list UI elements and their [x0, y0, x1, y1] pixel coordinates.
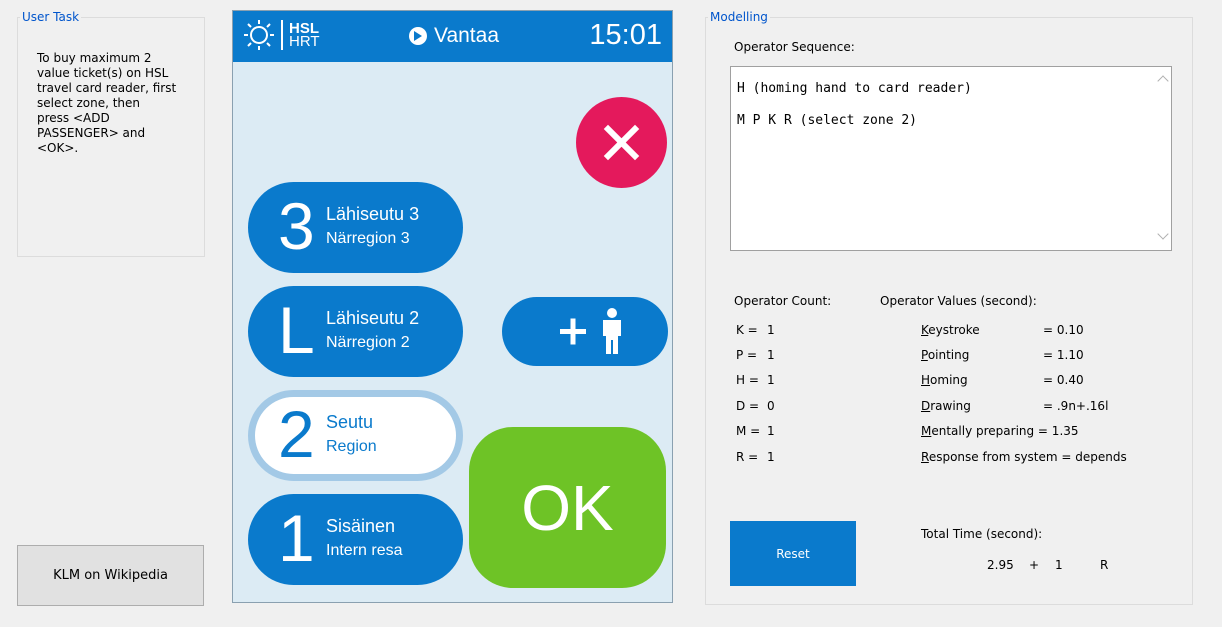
scroll-down-icon[interactable]	[1157, 228, 1169, 240]
total-time-label: Total Time (second):	[921, 527, 1043, 541]
value-name: oming	[930, 373, 968, 387]
zone-button-l[interactable]: L Lähiseutu 2 Närregion 2	[248, 286, 463, 377]
klm-wikipedia-button[interactable]: KLM on Wikipedia	[17, 545, 204, 606]
vertical-scrollbar[interactable]	[1154, 67, 1171, 250]
task-line: <OK>.	[37, 141, 79, 155]
count-row-p: P = 1	[736, 348, 775, 362]
total-time-plus: +	[1029, 558, 1040, 572]
count-key: K =	[736, 323, 758, 337]
count-row-r: R = 1	[736, 450, 775, 464]
total-time-r-count: 1	[1055, 558, 1063, 572]
clock: 15:01	[589, 19, 662, 51]
location: Vantaa	[409, 24, 499, 48]
total-time-value: 2.95	[987, 558, 1014, 572]
task-line: press <ADD	[37, 111, 110, 125]
modelling-group: Modelling Operator Sequence: H (homing h…	[705, 9, 1193, 605]
count-value: 0	[767, 399, 775, 413]
user-task-group: User Task To buy maximum 2 value ticket(…	[17, 9, 205, 257]
count-row-h: H = 1	[736, 373, 775, 387]
add-person-icon	[560, 308, 621, 354]
sequence-line: H (homing hand to card reader)	[737, 81, 972, 96]
count-value: 1	[767, 323, 775, 337]
task-line: travel card reader, first	[37, 81, 177, 95]
hsl-wordmark: HSL HRT	[289, 21, 320, 50]
zone-label-fi: Seutu	[326, 412, 374, 432]
cancel-button[interactable]	[576, 97, 667, 188]
value-key: P	[921, 348, 928, 362]
value-amount: = 0.10	[1043, 323, 1084, 337]
scroll-up-icon[interactable]	[1157, 75, 1169, 87]
logo-separator	[281, 20, 283, 50]
task-line: To buy maximum 2	[37, 51, 152, 65]
location-arrow-icon	[409, 27, 427, 45]
count-key: P =	[736, 348, 758, 362]
value-name: eystroke	[928, 323, 980, 337]
value-name: entally preparing = 1.35	[931, 424, 1079, 438]
ticket-machine-screen: HSL HRT Vantaa 15:01 3 Lähiseutu 3 Närre…	[232, 10, 673, 603]
zone-label-fi: Lähiseutu 2	[326, 308, 420, 328]
count-key: R =	[736, 450, 759, 464]
count-value: 1	[767, 424, 775, 438]
count-value: 1	[767, 450, 775, 464]
zone-number: 1	[278, 501, 315, 575]
count-value: 1	[767, 373, 775, 387]
zone-button-3[interactable]: 3 Lähiseutu 3 Närregion 3	[248, 182, 463, 273]
value-key: D	[921, 399, 931, 413]
value-row-mental: Mentally preparing = 1.35	[921, 424, 1079, 438]
zone-label-fi: Lähiseutu 3	[326, 204, 420, 224]
count-row-d: D = 0	[736, 399, 775, 413]
value-name: ointing	[927, 348, 970, 362]
zone-label-sv: Närregion 3	[326, 230, 410, 247]
zone-label-sv: Närregion 2	[326, 334, 410, 351]
operator-sequence-textarea[interactable]: H (homing hand to card reader) M P K R (…	[730, 66, 1172, 251]
value-row-keystroke: Keystroke = 0.10	[921, 323, 1084, 337]
count-key: M =	[736, 424, 761, 438]
operator-values-label: Operator Values (second):	[880, 294, 1037, 308]
logo-bottom: HRT	[289, 33, 320, 50]
ok-button[interactable]: OK	[469, 427, 666, 588]
zone-number: L	[278, 293, 315, 367]
add-passenger-button[interactable]	[502, 297, 668, 366]
value-name: esponse from system = depends	[928, 450, 1127, 464]
task-line: value ticket(s) on HSL	[37, 66, 169, 80]
value-amount: = 1.10	[1043, 348, 1084, 362]
zone-label-sv: Region	[326, 438, 377, 455]
value-row-response: Response from system = depends	[921, 450, 1127, 464]
hsl-logo: HSL HRT	[243, 19, 320, 51]
zone-label-fi: Sisäinen	[326, 516, 396, 536]
zone-button-1[interactable]: 1 Sisäinen Intern resa	[248, 494, 463, 585]
count-key: D =	[736, 399, 760, 413]
value-key: M	[921, 424, 932, 438]
count-value: 1	[767, 348, 775, 362]
value-amount: = .9n+.16l	[1043, 399, 1109, 413]
count-row-m: M = 1	[736, 424, 775, 438]
sequence-line: M P K R (select zone 2)	[737, 113, 918, 128]
zone-button-2[interactable]: 2 Seutu Region	[248, 390, 463, 481]
reset-button[interactable]: Reset	[730, 521, 856, 586]
close-icon	[603, 124, 640, 161]
value-row-homing: Homing = 0.40	[921, 373, 1084, 387]
value-name: rawing	[930, 399, 971, 413]
value-key: H	[921, 373, 931, 387]
count-key: H =	[736, 373, 759, 387]
value-key: R	[921, 450, 929, 464]
task-line: PASSENGER> and	[37, 126, 146, 140]
zone-label-sv: Intern resa	[326, 542, 403, 559]
value-row-pointing: Pointing = 1.10	[921, 348, 1084, 362]
task-line: select zone, then	[37, 96, 141, 110]
zone-number: 2	[278, 397, 315, 471]
modelling-title: Modelling	[708, 9, 770, 25]
operator-count-label: Operator Count:	[734, 294, 832, 308]
device-topbar: HSL HRT Vantaa 15:01	[233, 11, 672, 62]
zone-number: 3	[278, 189, 315, 263]
value-row-drawing: Drawing = .9n+.16l	[921, 399, 1108, 413]
value-amount: = 0.40	[1043, 373, 1084, 387]
user-task-title: User Task	[20, 9, 82, 25]
total-time-r: R	[1100, 558, 1109, 572]
user-task-text: To buy maximum 2 value ticket(s) on HSL …	[37, 51, 202, 156]
count-row-k: K = 1	[736, 323, 775, 337]
location-label: Vantaa	[434, 24, 499, 47]
sun-icon	[244, 20, 274, 50]
operator-sequence-label: Operator Sequence:	[734, 40, 855, 54]
